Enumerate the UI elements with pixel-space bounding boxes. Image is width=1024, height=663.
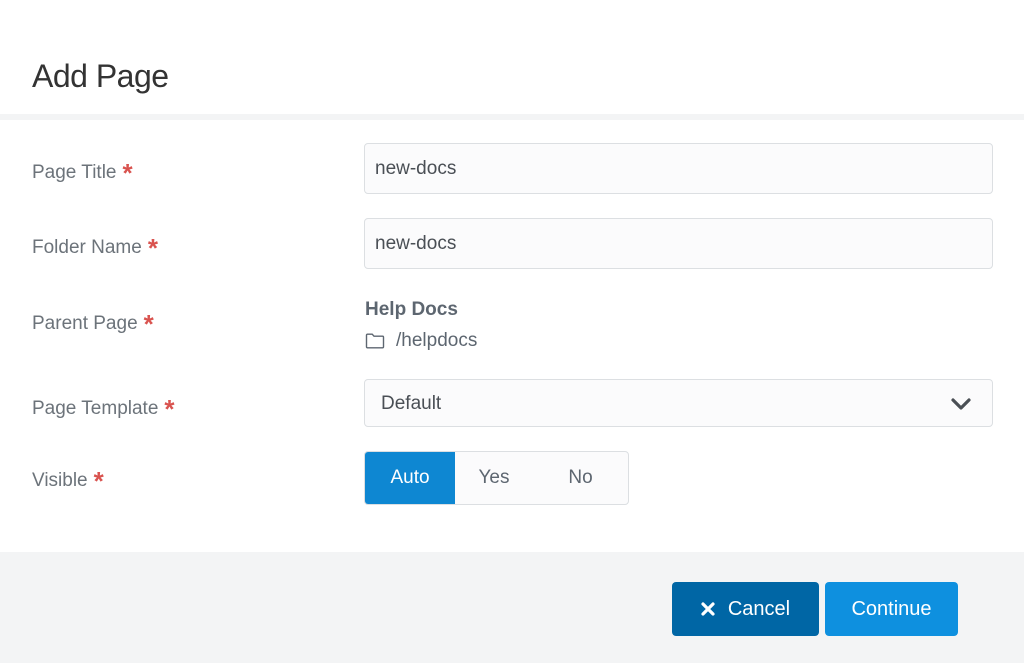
parent-page-path: /helpdocs (396, 330, 478, 351)
parent-page-name[interactable]: Help Docs (365, 299, 458, 321)
continue-button[interactable]: Continue (825, 582, 958, 636)
folder-name-label-text: Folder Name (32, 237, 142, 258)
modal-footer: Cancel Continue (0, 552, 1024, 663)
required-marker: * (143, 309, 154, 339)
add-page-modal: Add Page Page Title* Folder Name* Parent… (0, 0, 1024, 663)
visible-option-no[interactable]: No (533, 452, 628, 504)
page-title-input[interactable] (364, 143, 993, 194)
required-marker: * (147, 233, 158, 263)
page-title-label-text: Page Title (32, 162, 117, 183)
cancel-button[interactable]: Cancel (672, 582, 819, 636)
close-icon (701, 602, 715, 616)
visible-label: Visible * (32, 462, 104, 496)
folder-name-label: Folder Name * (32, 229, 158, 263)
page-template-label: Page Template * (32, 390, 175, 424)
visible-option-yes[interactable]: Yes (455, 452, 533, 504)
required-marker: * (164, 394, 175, 424)
required-marker: * (93, 466, 104, 496)
parent-page-label-text: Parent Page (32, 313, 138, 334)
parent-page-path-row: /helpdocs (365, 329, 477, 353)
cancel-button-label: Cancel (727, 597, 791, 620)
page-template-label-text: Page Template (32, 398, 159, 419)
parent-page-label: Parent Page * (32, 305, 154, 339)
folder-icon (365, 333, 385, 349)
header-divider (0, 114, 1024, 120)
modal-title: Add Page (32, 58, 169, 94)
page-title-label: Page Title * (32, 154, 133, 188)
folder-name-input[interactable] (364, 218, 993, 269)
required-marker: * (122, 158, 133, 188)
page-template-select[interactable]: Default (364, 379, 993, 427)
visible-option-auto[interactable]: Auto (365, 452, 455, 504)
visible-toggle-group: Auto Yes No (364, 451, 629, 505)
page-template-selected-value: Default (381, 393, 442, 414)
chevron-down-icon (951, 398, 971, 410)
continue-button-label: Continue (851, 597, 932, 620)
modal-header: Add Page (0, 0, 1024, 114)
visible-label-text: Visible (32, 470, 88, 491)
